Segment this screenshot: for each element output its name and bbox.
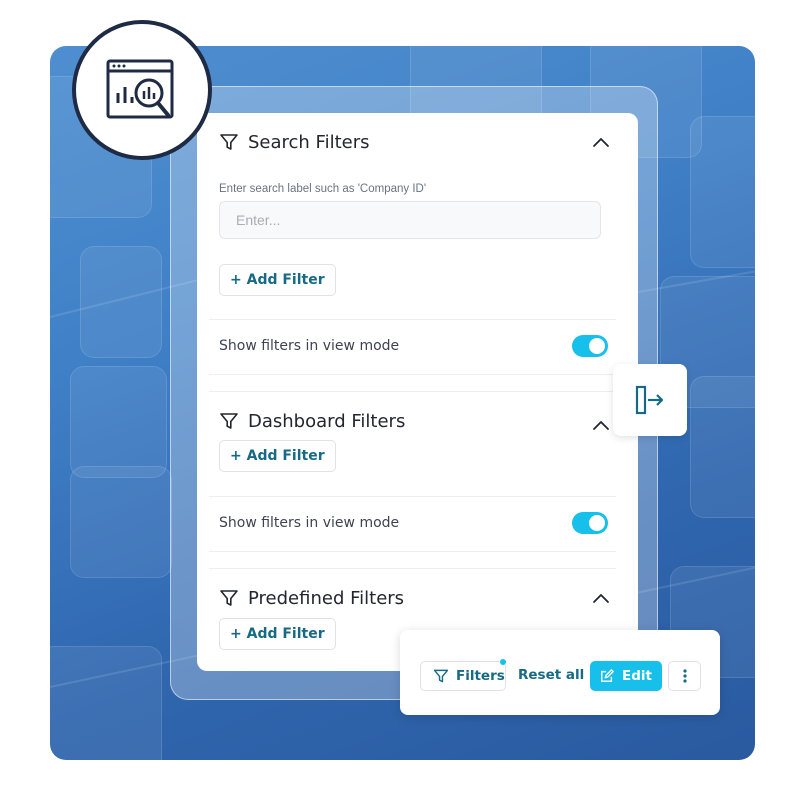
funnel-icon [220,590,238,606]
divider [209,391,616,392]
section-title: Search Filters [248,131,370,153]
add-filter-button[interactable]: + Add Filter [219,264,336,296]
dashboard-filters-header[interactable]: Dashboard Filters [219,406,610,436]
funnel-icon [433,669,449,683]
search-filters-header[interactable]: Search Filters [219,127,610,157]
reset-all-link[interactable]: Reset all [518,667,584,683]
show-filters-row: Show filters in view mode [219,508,608,538]
add-filter-button[interactable]: + Add Filter [219,618,336,650]
divider [209,319,616,320]
analytics-search-icon [106,59,174,119]
section-title: Predefined Filters [248,587,405,609]
toggle-label: Show filters in view mode [219,338,400,354]
panel-expand-icon [635,385,664,415]
chevron-up-icon[interactable] [592,591,610,605]
section-title: Dashboard Filters [248,410,406,432]
show-filters-toggle[interactable] [572,335,608,357]
show-filters-row: Show filters in view mode [219,331,608,361]
search-label-input[interactable] [219,201,601,239]
show-filters-toggle[interactable] [572,512,608,534]
notification-dot [500,659,506,665]
add-filter-button[interactable]: + Add Filter [219,440,336,472]
filter-toolbar: Filters Reset all Edit [400,630,720,715]
divider [209,551,616,552]
analytics-search-logo [72,20,212,160]
toggle-knob [589,515,605,531]
edit-button[interactable]: Edit [590,661,662,691]
funnel-icon [220,413,238,429]
funnel-icon [220,134,238,150]
toggle-label: Show filters in view mode [219,515,400,531]
search-label-hint: Enter search label such as 'Company ID' [219,183,427,195]
filters-button[interactable]: Filters [420,659,506,691]
pencil-icon [601,669,614,682]
toggle-knob [589,338,605,354]
kebab-menu-icon [682,669,687,683]
chevron-up-icon[interactable] [592,418,610,432]
chevron-up-icon[interactable] [592,135,610,149]
divider [209,568,616,569]
edit-button-label: Edit [622,668,652,684]
more-options-button[interactable] [668,661,701,691]
predefined-filters-header[interactable]: Predefined Filters [219,583,610,613]
filters-panel: Search Filters Enter search label such a… [197,113,638,671]
divider [209,374,616,375]
expand-panel-button[interactable] [613,364,687,436]
divider [209,496,616,497]
filters-button-label: Filters [456,668,505,684]
